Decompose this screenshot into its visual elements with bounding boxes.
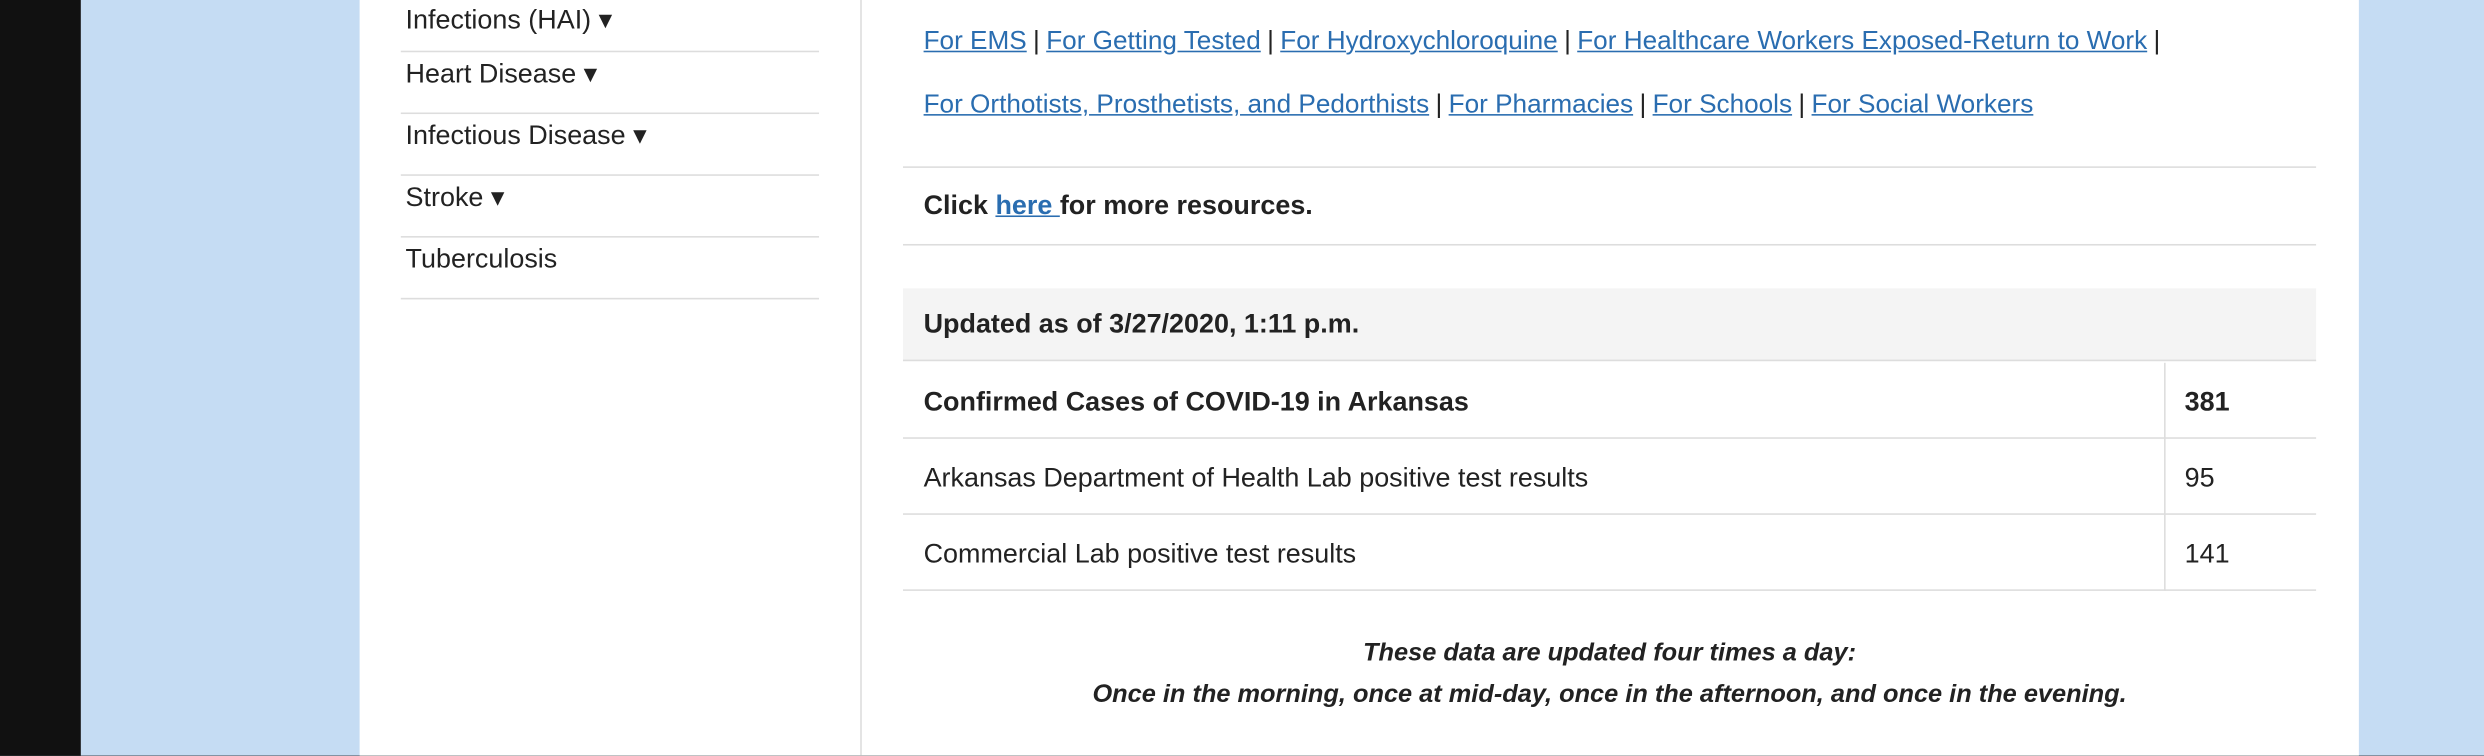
resource-links-row-2: For Orthotists, Prosthetists, and Pedort… (924, 90, 2034, 120)
divider-line (902, 166, 2317, 168)
sidebar-item-infections-hai[interactable]: Infections (HAI) ▾ (400, 0, 820, 53)
link-for-healthcare-workers[interactable]: For Healthcare Workers Exposed-Return to… (1577, 27, 2147, 56)
row-value: 381 (2184, 386, 2230, 417)
table-row: Arkansas Department of Health Lab positi… (902, 438, 2317, 515)
link-for-orthotists[interactable]: For Orthotists, Prosthetists, and Pedort… (924, 90, 1430, 119)
sidebar-item-heart-disease[interactable]: Heart Disease ▾ (400, 52, 820, 115)
link-separator: | (1639, 90, 1647, 119)
row-value: 95 (2184, 462, 2215, 493)
link-for-schools[interactable]: For Schools (1653, 90, 1792, 119)
left-dark-edge (0, 0, 81, 756)
here-link[interactable]: here (995, 190, 1059, 220)
cell-divider (2164, 362, 2166, 439)
sidebar-item-infectious-disease[interactable]: Infectious Disease ▾ (400, 114, 820, 176)
row-label: Confirmed Cases of COVID-19 in Arkansas (923, 386, 1469, 417)
link-separator: | (1033, 26, 1040, 56)
link-separator: | (1267, 26, 1274, 56)
row-value: 141 (2184, 538, 2230, 569)
click-prefix-text: Click (923, 190, 996, 221)
link-separator: | (1435, 90, 1443, 119)
click-suffix-text: for more resources. (1059, 190, 1313, 221)
update-note-line-1: These data are updated four times a day: (1363, 640, 1857, 667)
update-note-line-2: Once in the morning, once at mid-day, on… (1092, 681, 2127, 709)
sidebar-item-label[interactable]: Infections (HAI) ▾ (406, 5, 613, 35)
link-for-ems[interactable]: For EMS (924, 27, 1027, 56)
link-for-pharmacies[interactable]: For Pharmacies (1449, 90, 1633, 119)
link-separator: | (1798, 90, 1806, 119)
cell-divider (2164, 514, 2166, 591)
sidebar-item-label[interactable]: Heart Disease ▾ (406, 59, 598, 89)
updated-timestamp: Updated as of 3/27/2020, 1:11 p.m. (923, 308, 1360, 340)
row-label: Commercial Lab positive test results (923, 538, 1357, 569)
sidebar-item-label[interactable]: Stroke ▾ (406, 182, 505, 212)
link-separator: | (1564, 26, 1571, 56)
updated-header-row: Updated as of 3/27/2020, 1:11 p.m. (902, 288, 2317, 362)
sidebar-item-label[interactable]: Tuberculosis (406, 244, 558, 274)
link-for-social-workers[interactable]: For Social Workers (1812, 90, 2034, 119)
table-row: Confirmed Cases of COVID-19 in Arkansas … (902, 362, 2317, 439)
column-divider (860, 0, 862, 756)
sidebar-item-stroke[interactable]: Stroke ▾ (400, 176, 820, 238)
table-row: Commercial Lab positive test results 141 (902, 514, 2317, 591)
row-label: Arkansas Department of Health Lab positi… (923, 462, 1589, 493)
divider-line (902, 243, 2317, 246)
sidebar-item-tuberculosis[interactable]: Tuberculosis (400, 238, 820, 300)
browser-viewport: Infections (HAI) ▾ Heart Disease ▾ Infec… (0, 0, 2484, 756)
link-for-getting-tested[interactable]: For Getting Tested (1046, 27, 1261, 56)
more-resources-line: Click here for more resources. (924, 190, 1313, 222)
cell-divider (2164, 438, 2166, 515)
sidebar-item-label[interactable]: Infectious Disease ▾ (406, 120, 647, 150)
resource-links-row-1: For EMS | For Getting Tested | For Hydroxych… (924, 27, 2167, 57)
link-separator: | (2153, 26, 2161, 56)
sidebar-nav: Infections (HAI) ▾ Heart Disease ▾ Infec… (400, 0, 820, 300)
link-for-hydroxychloroquine[interactable]: For Hydroxychloroquine (1280, 27, 1558, 56)
